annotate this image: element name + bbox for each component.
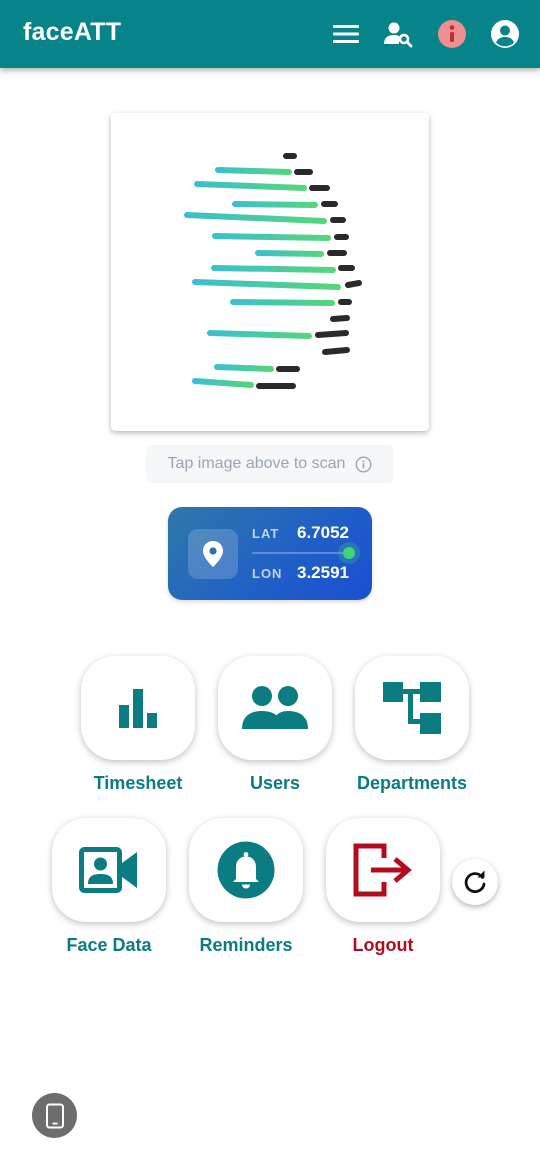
face-data-label[interactable]: Face Data (52, 935, 166, 956)
smartphone-icon (45, 1103, 64, 1128)
fingerprint-graphic (184, 153, 362, 389)
video-contact-icon (79, 847, 137, 893)
refresh-icon (464, 870, 486, 894)
menu-icon[interactable] (330, 18, 362, 50)
location-pin-icon (203, 541, 223, 567)
info-outline-icon (355, 455, 372, 473)
lat-label: LAT (252, 526, 280, 541)
departments-label[interactable]: Departments (340, 773, 484, 794)
location-pin-box (188, 529, 238, 579)
device-button[interactable] (32, 1093, 77, 1138)
lon-label: LON (252, 566, 283, 581)
users-label[interactable]: Users (218, 773, 332, 794)
account-icon[interactable] (489, 18, 521, 50)
scan-hint-text: Tap image above to scan (167, 455, 346, 472)
scan-image-card[interactable] (111, 113, 429, 431)
lat-value: 6.7052 (297, 523, 349, 542)
user-search-icon[interactable] (382, 18, 414, 50)
location-status-dot (343, 547, 355, 559)
location-card: LAT 6.7052 LON 3.2591 (168, 507, 372, 600)
logout-icon (353, 843, 412, 897)
face-data-button[interactable] (52, 818, 166, 922)
refresh-button[interactable] (452, 859, 498, 905)
info-icon[interactable] (436, 18, 468, 50)
org-chart-icon (383, 682, 441, 734)
timesheet-button[interactable] (81, 656, 195, 760)
lon-value: 3.2591 (297, 563, 349, 582)
bell-icon (217, 841, 275, 899)
departments-button[interactable] (355, 656, 469, 760)
bar-chart-icon (119, 689, 157, 728)
reminders-button[interactable] (189, 818, 303, 922)
users-button[interactable] (218, 656, 332, 760)
app-bar: faceATT (0, 0, 540, 68)
logout-button[interactable] (326, 818, 440, 922)
location-divider (252, 552, 348, 554)
scan-hint: Tap image above to scan (146, 445, 394, 483)
reminders-label[interactable]: Reminders (189, 935, 303, 956)
app-title: faceATT (23, 18, 122, 46)
logout-label[interactable]: Logout (326, 935, 440, 956)
users-icon (242, 686, 308, 729)
timesheet-label[interactable]: Timesheet (81, 773, 195, 794)
